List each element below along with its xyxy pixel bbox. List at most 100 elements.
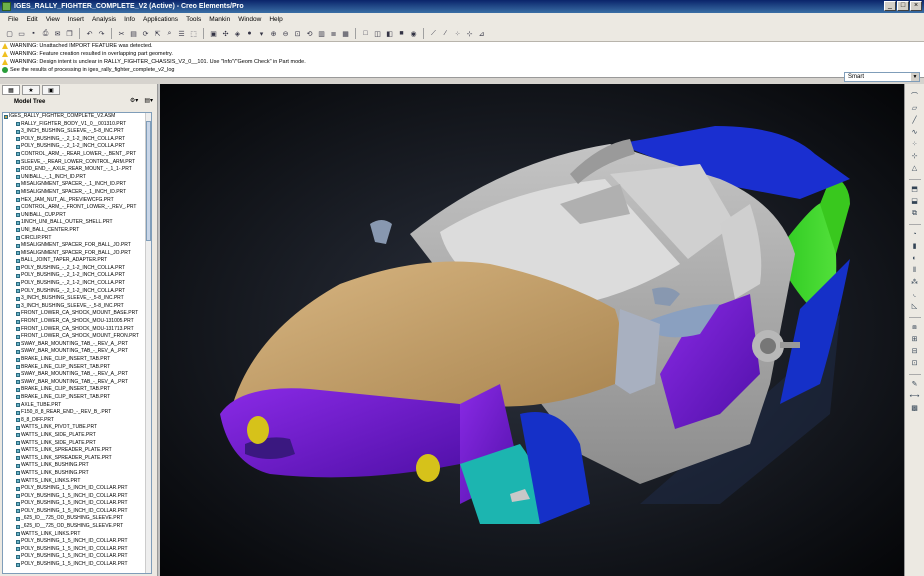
layers-icon[interactable]: ☰ [176,28,187,39]
tree-item[interactable]: POLY_BUSHING_-_2_1-2_INCH_COLLA.PRT [3,265,151,273]
shading-dropdown-icon[interactable]: ▾ [256,28,267,39]
redo-icon[interactable]: ↷ [96,28,107,39]
search-icon[interactable]: ⌕ [164,28,175,39]
tree-item[interactable]: MISALIGNMENT_SPACER_FOR_BALL_JO.PRT [3,250,151,258]
simplified-rep-icon[interactable]: ▩ [910,404,920,414]
mirror-icon[interactable]: ⫴ [910,266,920,276]
tree-settings-icon[interactable]: ⚙▾ [130,97,138,104]
hidden-line-icon[interactable]: ◫ [372,28,383,39]
tree-item[interactable]: POLY_BUSHING_-_2_1-2_INCH_COLLA.PRT [3,280,151,288]
enhanced-realism-icon[interactable]: ◉ [408,28,419,39]
model-tree[interactable]: IGES_RALLY_FIGHTER_COMPLETE_V2.ASM RALLY… [2,112,152,574]
tree-item[interactable]: FRONT_LOWER_CA_SHOCK_MOU-131005.PRT [3,318,151,326]
tree-item[interactable]: FRONT_LOWER_CA_SHOCK_MOUNT_FRON.PRT [3,333,151,341]
sketch-icon[interactable]: ⌒ [910,92,920,102]
menu-window[interactable]: Window [234,16,265,23]
tree-item[interactable]: FRONT_LOWER_CA_SHOCK_MOUNT_BASE.PRT [3,310,151,318]
tree-item[interactable]: POLY_BUSHING_1_5_INCH_ID_COLLAR.PRT [3,508,151,516]
tree-item[interactable]: WATTS_LINK_SPREADER_PLATE.PRT [3,447,151,455]
minimize-button[interactable]: _ [884,1,896,11]
menu-file[interactable]: File [4,16,22,23]
tree-item[interactable]: _625_ID__725_OD_BUSHING_SLEEVE.PRT [3,523,151,531]
create-component-icon[interactable]: ⬓ [910,197,920,207]
tree-item[interactable]: POLY_BUSHING_1_5_INCH_ID_COLLAR.PRT [3,561,151,569]
datum-planes-icon[interactable]: ⟋ [428,28,439,39]
csys-icon[interactable]: ⊹ [464,28,475,39]
print-icon[interactable]: ⎙ [40,28,51,39]
menu-analysis[interactable]: Analysis [88,16,120,23]
tree-item[interactable]: POLY_BUSHING_-_2_1-2_INCH_COLLA.PRT [3,143,151,151]
zoom-in-icon[interactable]: ⊕ [268,28,279,39]
undo-icon[interactable]: ↶ [84,28,95,39]
tree-item[interactable]: 3_INCH_BUSHING_SLEEVE_-_5-8_INC.PRT [3,303,151,311]
menu-applications[interactable]: Applications [139,16,182,23]
layers-tree-icon[interactable]: ≣ [328,28,339,39]
measure-icon[interactable]: ⟷ [910,392,920,402]
tree-item[interactable]: CONTROL_ARM_-_FRONT_LOWER_-_REV_.PRT [3,204,151,212]
merge-icon[interactable]: ⊞ [910,335,920,345]
maximize-button[interactable]: □ [897,1,909,11]
tree-item[interactable]: WATTS_LINK_LINKS.PRT [3,478,151,486]
shading-icon[interactable]: ● [244,28,255,39]
selection-filter-dropdown[interactable]: Smart ▼ [844,72,920,82]
tree-item[interactable]: ROD_END_-_AXLE_REAR_MOUNT_-_1_1-.PRT [3,166,151,174]
curve-icon[interactable]: ∿ [910,128,920,138]
spin-center-icon[interactable]: ✣ [220,28,231,39]
refit-icon[interactable]: ⊡ [292,28,303,39]
annotation-icon[interactable]: ⊿ [476,28,487,39]
tree-item[interactable]: POLY_BUSHING_1_5_INCH_ID_COLLAR.PRT [3,553,151,561]
tree-item[interactable]: BRAKE_LINE_CLIP_INSERT_TAB.PRT [3,386,151,394]
menu-tools[interactable]: Tools [182,16,205,23]
graphics-window[interactable] [160,84,904,576]
tree-item[interactable]: POLY_BUSHING_1_5_INCH_ID_COLLAR.PRT [3,538,151,546]
tree-item[interactable]: POLY_BUSHING_-_2_1-2_INCH_COLLA.PRT [3,288,151,296]
tree-item[interactable]: BALL_JOINT_TAPER_ADAPTER.PRT [3,257,151,265]
offset-icon[interactable]: ⊡ [910,359,920,369]
menu-view[interactable]: View [42,16,64,23]
tree-item[interactable]: SLEEVE_-_REAR_LOWER_CONTROL_ARM.PRT [3,159,151,167]
tree-item[interactable]: 1INCH_UNI_BALL_OUTER_SHELL.PRT [3,219,151,227]
menu-insert[interactable]: Insert [64,16,88,23]
tree-item[interactable]: 3_INCH_BUSHING_SLEEVE_-_5-8_INC.PRT [3,295,151,303]
tree-item[interactable]: WATTS_LINK_LINKS.PRT [3,531,151,539]
reorient-icon[interactable]: ⟲ [304,28,315,39]
trim-icon[interactable]: ⊟ [910,347,920,357]
tree-item[interactable]: MISALIGNMENT_SPACER_-_1_INCH_ID.PRT [3,181,151,189]
tree-item[interactable]: BRAKE_LINE_CLIP_INSERT_TAB.PRT [3,364,151,372]
repaint-icon[interactable]: ▣ [208,28,219,39]
close-button[interactable]: × [910,1,922,11]
tree-item[interactable]: UNIBALL_-_1_INCH_ID.PRT [3,174,151,182]
tree-item[interactable]: UNI_BALL_CENTER.PRT [3,227,151,235]
datum-plane-icon[interactable]: ▱ [910,104,920,114]
tree-item[interactable]: MISALIGNMENT_SPACER_-_1_INCH_ID.PRT [3,189,151,197]
extrude-icon[interactable]: ▮ [910,242,920,252]
cut-icon[interactable]: ✂ [116,28,127,39]
tree-item[interactable]: CONTROL_ARM_-_REAR_LOWER_-_BENT_.PRT [3,151,151,159]
save-icon[interactable]: ▪ [28,28,39,39]
tree-item[interactable]: POLY_BUSHING_1_5_INCH_ID_COLLAR.PRT [3,500,151,508]
tree-item[interactable]: RALLY_FIGHTER_BODY_V1_0__001310.PRT [3,121,151,129]
wireframe-icon[interactable]: □ [360,28,371,39]
show-menu-icon[interactable]: ▤▾ [144,97,153,104]
analysis-icon[interactable]: △ [910,164,920,174]
repeat-icon[interactable]: ⧉ [910,209,920,219]
tree-item[interactable]: POLY_BUSHING_1_5_INCH_ID_COLLAR.PRT [3,493,151,501]
tree-item[interactable]: POLY_BUSHING_-_2_1-2_INCH_COLLA.PRT [3,272,151,280]
component-place-icon[interactable]: ⬒ [910,185,920,195]
orient-mode-icon[interactable]: ◈ [232,28,243,39]
open-folder-icon[interactable]: ▭ [16,28,27,39]
tree-item[interactable]: 8_8_DIFF.PRT [3,417,151,425]
annotation-tool-icon[interactable]: ✎ [910,380,920,390]
hole-icon[interactable]: ◔ [910,230,920,240]
csys-tool-icon[interactable]: ⊹ [910,152,920,162]
round-icon[interactable]: ◟ [910,290,920,300]
tab-favorites[interactable]: ★ [22,85,40,95]
tree-item[interactable]: SWAY_BAR_MOUNTING_TAB_-_REV_A_.PRT [3,341,151,349]
tree-item[interactable]: MISALIGNMENT_SPACER_FOR_BALL_JO.PRT [3,242,151,250]
datum-axis-icon[interactable]: ╱ [910,116,920,126]
datum-points-icon[interactable]: ⁘ [452,28,463,39]
tree-item[interactable]: POLY_BUSHING_1_5_INCH_ID_COLLAR.PRT [3,485,151,493]
tree-item[interactable]: FRONT_LOWER_CA_SHOCK_MOU-131713.PRT [3,326,151,334]
menu-info[interactable]: Info [120,16,139,23]
tab-folder-browser[interactable]: ▣ [42,85,60,95]
